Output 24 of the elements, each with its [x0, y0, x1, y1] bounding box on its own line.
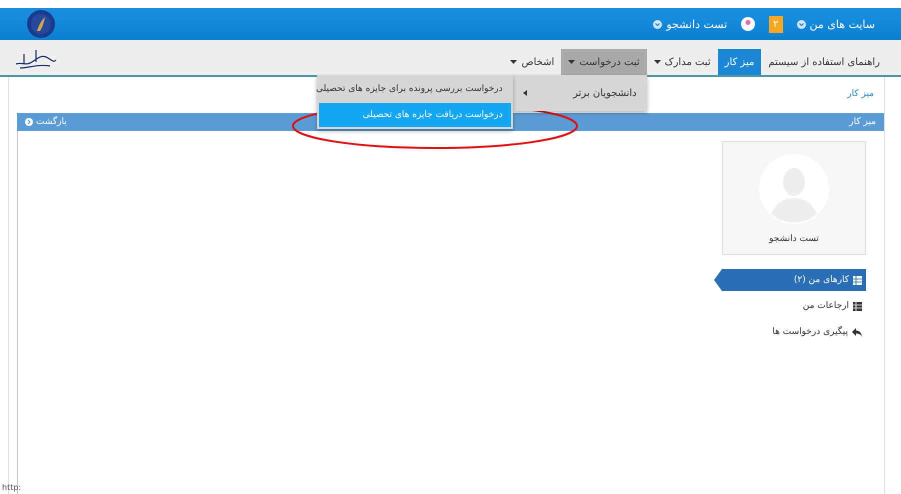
nav-tab[interactable]: ثبت مدارک	[646, 49, 718, 75]
nav-tab[interactable]: راهنمای استفاده از سیستم	[761, 49, 887, 75]
chevron-icon	[25, 118, 33, 126]
caret-icon	[653, 20, 662, 28]
breadcrumb-link[interactable]: میز کار	[847, 89, 874, 99]
panel-title: میز کار	[849, 117, 876, 127]
list-icon	[853, 276, 862, 284]
logo-icon	[26, 9, 56, 39]
menu-item[interactable]: دانشجویان برتر	[573, 88, 637, 98]
status-url: http:	[2, 483, 22, 492]
side-menu-item[interactable]: ارجاعات من	[722, 295, 866, 317]
selection-pointer	[714, 269, 722, 291]
reply-icon	[852, 328, 862, 336]
list-icon	[853, 302, 862, 310]
side-menu-item[interactable]: پیگیری درخواست ها	[722, 321, 866, 343]
submenu-arrow-icon	[522, 90, 527, 96]
nav-tab[interactable]: اشخاص	[503, 49, 562, 75]
caret-icon	[796, 20, 806, 28]
avatar-icon	[741, 17, 756, 31]
sites-menu[interactable]: سایت های من	[796, 18, 875, 30]
user-menu[interactable]: تست دانشجو	[653, 18, 728, 30]
profile-name: تست دانشجو	[769, 234, 819, 244]
submenu-item[interactable]: درخواست بررسی پرونده برای جایزه های تحصیلی	[318, 77, 511, 101]
nav-tab[interactable]: میز کار	[718, 49, 762, 75]
